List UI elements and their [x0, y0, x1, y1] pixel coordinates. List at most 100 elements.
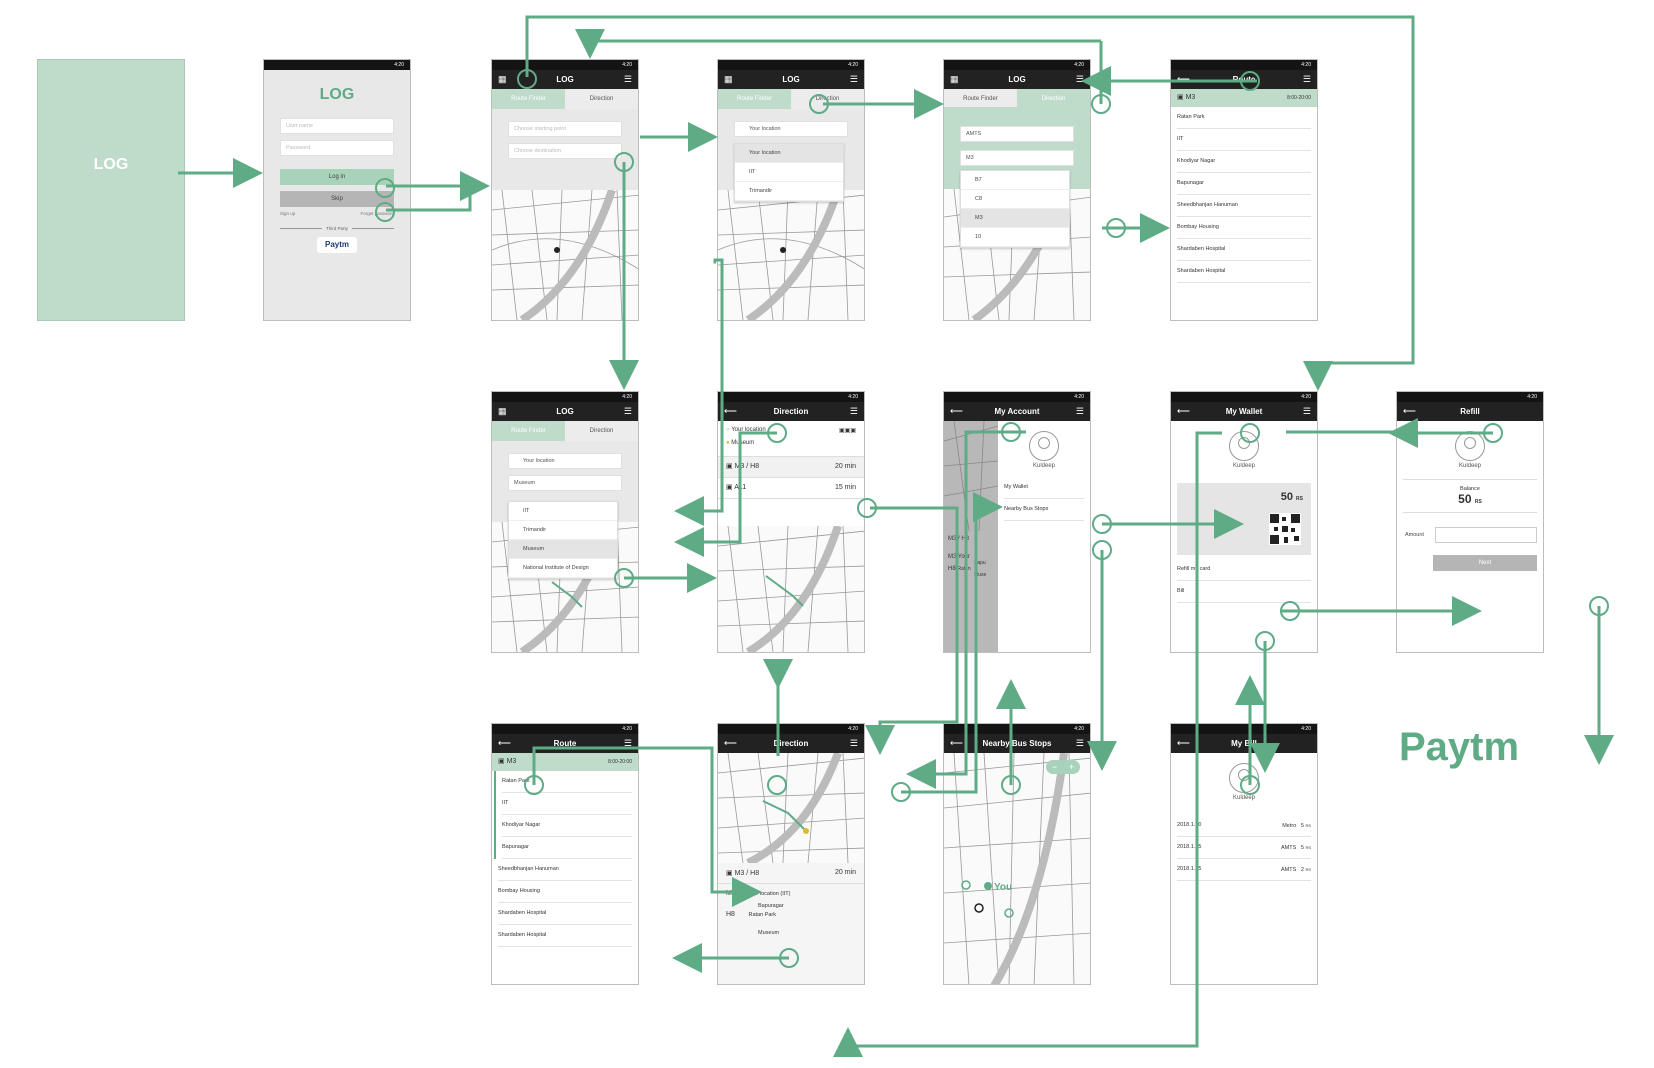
back-icon[interactable]: ⟵: [1177, 70, 1190, 89]
skip-button[interactable]: Skip: [280, 191, 394, 207]
hamburger-icon[interactable]: ☰: [850, 70, 858, 89]
suggestion-item[interactable]: IIT: [509, 502, 617, 521]
bus-option[interactable]: B7: [961, 171, 1069, 190]
hamburger-icon[interactable]: ☰: [1303, 402, 1311, 421]
suggestion-item[interactable]: IIT: [735, 163, 843, 182]
tab-route-finder[interactable]: Route Finder: [492, 89, 565, 109]
paytm-login-button[interactable]: Paytm: [317, 237, 357, 253]
suggestion-item[interactable]: National Institute of Design: [509, 559, 617, 578]
stop-item[interactable]: Ratan Park: [1177, 107, 1311, 129]
back-icon[interactable]: ⟵: [950, 402, 963, 421]
stop-item[interactable]: Ratan Park: [502, 771, 632, 793]
route-option[interactable]: ▣ M3 / H8 20 min: [718, 456, 864, 478]
hamburger-icon[interactable]: ☰: [850, 734, 858, 753]
stop-item[interactable]: Bapunagar: [502, 837, 632, 859]
transport-mode-icons[interactable]: ▣▣▣: [839, 427, 856, 434]
back-icon[interactable]: ⟵: [950, 734, 963, 753]
suggestion-item[interactable]: Museum: [509, 540, 617, 559]
stop-item[interactable]: Khodiyar Nagar: [1177, 151, 1311, 173]
leg2-stop: Museum: [758, 930, 780, 936]
choose-destination-screen: 4:20 ▦ LOG ☰ Route Finder Direction Your l…: [491, 391, 639, 653]
hamburger-icon[interactable]: ☰: [1303, 70, 1311, 89]
city-map[interactable]: [944, 753, 1090, 984]
refill-card-item[interactable]: Refill my card: [1177, 559, 1311, 581]
city-map[interactable]: [718, 753, 864, 863]
direction-from: Your location: [731, 427, 766, 433]
stop-item[interactable]: Shardaben Hospital: [498, 903, 632, 925]
tab-direction[interactable]: Direction: [565, 421, 638, 441]
bus-option[interactable]: M3: [961, 209, 1069, 228]
menu-my-wallet[interactable]: My Wallet: [1004, 477, 1084, 499]
bus-field[interactable]: M3: [960, 150, 1074, 166]
stop-item[interactable]: Sheedbhanjan Hanuman: [498, 859, 632, 881]
city-map[interactable]: [492, 190, 638, 320]
menu-nearby-bus-stops[interactable]: Nearby Bus Stops: [1004, 499, 1084, 521]
stop-item[interactable]: Shardaben Hospital: [1177, 261, 1311, 283]
amount-input[interactable]: [1435, 527, 1537, 543]
hamburger-icon[interactable]: ☰: [624, 402, 632, 421]
forgot-password-link[interactable]: Forget password: [360, 211, 394, 216]
start-field[interactable]: Choose starting point: [508, 121, 622, 137]
route-title: Route: [553, 739, 577, 748]
bill-row: 2018.1.05 AMTS 5 RS: [1177, 837, 1311, 859]
tab-route-finder[interactable]: Route Finder: [718, 89, 791, 109]
tab-direction[interactable]: Direction: [565, 89, 638, 109]
suggestion-item[interactable]: Trimandir: [735, 182, 843, 201]
stop-item[interactable]: Shardaben Hospital: [498, 925, 632, 947]
menu-grid-icon[interactable]: ▦: [724, 70, 733, 89]
stop-item[interactable]: Bombay Housing: [1177, 217, 1311, 239]
avatar: [1029, 431, 1059, 461]
operator-field[interactable]: AMTS: [960, 126, 1074, 142]
tab-direction[interactable]: Direction: [791, 89, 864, 109]
bus-option[interactable]: C8: [961, 190, 1069, 209]
back-icon[interactable]: ⟵: [498, 734, 511, 753]
zoom-in-button[interactable]: +: [1069, 760, 1074, 774]
back-icon[interactable]: ⟵: [1177, 402, 1190, 421]
hamburger-icon[interactable]: ☰: [1076, 402, 1084, 421]
menu-grid-icon[interactable]: ▦: [498, 70, 507, 89]
tab-direction[interactable]: Direction: [1017, 89, 1090, 109]
back-icon[interactable]: ⟵: [724, 402, 737, 421]
tab-route-finder[interactable]: Route Finder: [944, 89, 1017, 109]
back-icon[interactable]: ⟵: [724, 734, 737, 753]
back-icon[interactable]: ⟵: [1177, 734, 1190, 753]
stop-item[interactable]: Bombay Housing: [498, 881, 632, 903]
city-map[interactable]: [718, 526, 864, 652]
start-field[interactable]: Your location: [508, 453, 622, 469]
route-option[interactable]: ▣ A11 15 min: [718, 478, 864, 499]
login-button[interactable]: Log in: [280, 169, 394, 185]
qr-code-icon: [1269, 513, 1301, 545]
city-map[interactable]: [718, 190, 864, 320]
wallet-title: My Wallet: [1225, 407, 1263, 416]
zoom-control[interactable]: − +: [1046, 760, 1080, 774]
start-field[interactable]: Your location: [734, 121, 848, 137]
username-field[interactable]: User name: [280, 118, 394, 134]
stop-item[interactable]: Khodiyar Nagar: [502, 815, 632, 837]
hamburger-icon[interactable]: ☰: [624, 734, 632, 753]
menu-grid-icon[interactable]: ▦: [950, 70, 959, 89]
signup-link[interactable]: Sign up: [280, 211, 295, 216]
next-button[interactable]: Next: [1433, 555, 1537, 571]
wallet-currency: RS: [1296, 496, 1303, 502]
back-icon[interactable]: ⟵: [1403, 402, 1416, 421]
tab-route-finder[interactable]: Route Finder: [492, 421, 565, 441]
stop-item[interactable]: IIT: [1177, 129, 1311, 151]
bill-item[interactable]: Bill: [1177, 581, 1311, 603]
stop-item[interactable]: IIT: [502, 793, 632, 815]
stop-item[interactable]: Sheedbhanjan Hanuman: [1177, 195, 1311, 217]
stop-item[interactable]: Shardaben Hospital: [1177, 239, 1311, 261]
suggestion-item[interactable]: Trimandir: [509, 521, 617, 540]
menu-grid-icon[interactable]: ▦: [498, 402, 507, 421]
bus-suggestions: B7 C8 M3 10: [960, 170, 1070, 248]
hamburger-icon[interactable]: ☰: [1076, 70, 1084, 89]
zoom-out-button[interactable]: −: [1052, 760, 1057, 774]
hamburger-icon[interactable]: ☰: [624, 70, 632, 89]
destination-field[interactable]: Museum: [508, 475, 622, 491]
hamburger-icon[interactable]: ☰: [1076, 734, 1084, 753]
password-field[interactable]: Password: [280, 140, 394, 156]
bus-option[interactable]: 10: [961, 228, 1069, 247]
hamburger-icon[interactable]: ☰: [850, 402, 858, 421]
stop-item[interactable]: Bapunagar: [1177, 173, 1311, 195]
suggestion-item[interactable]: Your location: [735, 144, 843, 163]
destination-field[interactable]: Choose destination: [508, 143, 622, 159]
